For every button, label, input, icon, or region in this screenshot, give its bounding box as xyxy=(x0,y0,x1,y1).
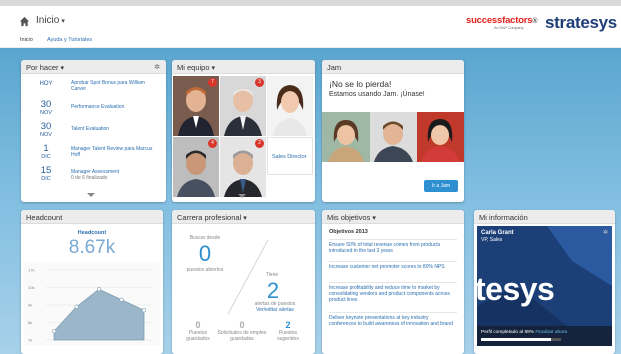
headcount-value: 8.67k xyxy=(68,237,116,258)
sales-director-link[interactable]: Sales Director xyxy=(272,154,307,160)
tile-mis-objetivos: Mis objetivos ▾ Objetivos 2013 Ensure 50%… xyxy=(322,210,464,354)
y-tick-label: 9k xyxy=(28,303,32,308)
headcount-chart: 17k 10k 9k 8k 7k xyxy=(24,262,160,345)
open-jobs-count[interactable]: 0 xyxy=(188,241,222,267)
breadcrumb-nav: Inicio Ayuda y Tutoriales xyxy=(0,34,621,48)
gear-icon[interactable]: ✲ xyxy=(154,63,160,71)
todo-date: HOY xyxy=(39,81,53,87)
todo-date: 30 NOV xyxy=(40,99,52,117)
company-logo-text: tesys xyxy=(477,271,555,307)
profile-card[interactable]: Carla Grant VP, Sales ✲ tesys Perfil com… xyxy=(477,226,612,346)
page-title-menu[interactable]: Inicio ▾ xyxy=(36,15,65,26)
scroll-down-icon[interactable] xyxy=(87,193,95,197)
saved-applications-count[interactable]: 0 xyxy=(230,320,254,330)
subnav-item-ayuda[interactable]: Ayuda y Tutoriales xyxy=(47,37,92,43)
todo-date: 30 NOV xyxy=(40,121,52,139)
profile-progress-bar xyxy=(481,338,561,341)
todo-text[interactable]: Manager Talent Review para Marcus Hoff xyxy=(71,146,159,158)
tile-mi-equipo: Mi equipo ▾ 7 3 4 2 Sales Director xyxy=(172,60,315,202)
scroll-down-icon[interactable] xyxy=(238,194,246,198)
finish-now-link[interactable]: Finalizar ahora xyxy=(535,330,567,335)
saved-jobs-label: Puestos guardados xyxy=(186,330,210,342)
page-title: Inicio xyxy=(36,15,60,26)
tile-por-hacer: Por hacer ▾ ✲ HOY Aprobar Spot Bonus para… xyxy=(21,60,166,202)
objective-item[interactable]: Increase customer net promoter scores to… xyxy=(329,261,457,270)
sales-director-slot[interactable]: Sales Director xyxy=(267,137,313,175)
go-to-jam-button[interactable]: Ir a Jam xyxy=(424,180,458,192)
objectives-year: Objetivos 2013 xyxy=(329,229,368,235)
jam-headline: ¡No se lo pierda! xyxy=(329,79,392,89)
home-icon[interactable] xyxy=(19,16,30,27)
tile-headcount: Headcount Headcount 8.67k 17k 10k 9k 8k 7k xyxy=(21,210,163,354)
jam-photo-strip xyxy=(322,112,464,162)
y-tick-label: 8k xyxy=(28,320,32,325)
data-point[interactable] xyxy=(119,297,124,302)
list-item[interactable]: 15 DIC Manager Assessment 0 de 6 finaliza… xyxy=(21,166,166,186)
tile-header[interactable]: Mi información xyxy=(474,210,615,224)
todo-text[interactable]: Manager Assessment 0 de 6 finalizado xyxy=(71,169,159,181)
team-member-photo[interactable]: 4 xyxy=(173,137,219,197)
jam-photo xyxy=(370,112,417,162)
tile-carrera: Carrera profesional ▾ Buscar desde 0 pues… xyxy=(172,210,315,354)
saved-jobs-count[interactable]: 0 xyxy=(186,320,210,330)
profile-completion-text: Perfil completado al 88% Finalizar ahora xyxy=(481,330,568,335)
chevron-down-icon: ▾ xyxy=(61,18,65,25)
tile-mi-informacion: Mi información Carla Grant VP, Sales ✲ t… xyxy=(474,210,615,354)
open-jobs-label: puestos abiertos xyxy=(186,267,224,273)
notification-badge: 7 xyxy=(208,78,217,87)
progress-fill xyxy=(481,338,552,341)
notification-badge: 4 xyxy=(208,139,217,148)
top-bar: Inicio ▾ successfactors® An SAP Company s… xyxy=(0,0,621,34)
todo-date: 1 DIC xyxy=(41,143,51,161)
team-member-photo[interactable]: 7 xyxy=(173,76,219,136)
y-tick-label: 17k xyxy=(28,268,34,273)
jam-subline: Estamos usando Jam. ¡Únase! xyxy=(329,91,425,98)
jam-photo xyxy=(417,112,464,162)
profile-role: VP, Sales xyxy=(481,237,503,243)
list-item[interactable]: 1 DIC Manager Talent Review para Marcus H… xyxy=(21,144,166,164)
data-point[interactable] xyxy=(51,329,57,334)
data-point[interactable] xyxy=(96,287,102,292)
objective-item[interactable]: Increase profitability and reduce time t… xyxy=(329,282,457,303)
data-point[interactable] xyxy=(74,304,79,309)
successfactors-logo-sub: An SAP Company xyxy=(494,25,524,30)
tile-header[interactable]: Mi equipo ▾ xyxy=(172,60,315,74)
todo-text[interactable]: Talent Evaluation xyxy=(71,126,159,132)
successfactors-logo: successfactors® An SAP Company xyxy=(466,15,538,30)
data-point[interactable] xyxy=(141,308,147,313)
stratesys-logo: stratesys xyxy=(545,13,617,32)
tile-header[interactable]: Jam xyxy=(322,60,464,74)
tile-header[interactable]: Mis objetivos ▾ xyxy=(322,210,464,224)
edit-alerts-link[interactable]: Ver/editar alertas xyxy=(244,307,306,313)
tile-header[interactable]: Headcount xyxy=(21,210,163,224)
gear-icon[interactable]: ✲ xyxy=(603,229,608,236)
profile-completion: Perfil completado al 88% Finalizar ahora xyxy=(477,326,612,346)
notification-badge: 2 xyxy=(255,139,264,148)
todo-subtext: 0 de 6 finalizado xyxy=(71,175,108,181)
todo-text[interactable]: Performance Evaluation xyxy=(71,104,159,110)
todo-date: 15 DIC xyxy=(40,165,52,183)
team-member-photo[interactable] xyxy=(267,76,313,136)
saved-applications-label: Solicitudes de empleo guardadas xyxy=(217,330,267,342)
profile-name: Carla Grant xyxy=(481,230,514,236)
suggested-jobs-label: Puestos sugeridos xyxy=(277,330,299,342)
objective-item[interactable]: Ensure 50% of total revenue comes from p… xyxy=(329,239,457,254)
team-member-photo[interactable]: 3 xyxy=(220,76,266,136)
jam-photo xyxy=(322,112,370,162)
list-item[interactable]: 30 NOV Talent Evaluation xyxy=(21,122,166,142)
todo-text[interactable]: Aprobar Spot Bonus para William Carver xyxy=(71,80,159,92)
objective-item[interactable]: Deliver keynote presentations at key ind… xyxy=(329,312,457,327)
y-tick-label: 7k xyxy=(28,338,32,343)
tile-jam: Jam ¡No se lo pierda! Estamos usando Jam… xyxy=(322,60,464,202)
list-item[interactable]: 30 NOV Performance Evaluation xyxy=(21,99,166,119)
tile-area: Por hacer ▾ ✲ HOY Aprobar Spot Bonus para… xyxy=(0,48,621,354)
y-tick-label: 10k xyxy=(28,285,34,290)
tile-header[interactable]: Por hacer ▾ ✲ xyxy=(21,60,166,74)
suggested-jobs-count[interactable]: 2 xyxy=(276,320,300,330)
subnav-item-inicio[interactable]: Inicio xyxy=(20,37,33,43)
list-item[interactable]: HOY Aprobar Spot Bonus para William Carv… xyxy=(21,78,166,98)
headcount-label: Headcount xyxy=(77,230,107,236)
notification-badge: 3 xyxy=(255,78,264,87)
team-member-photo[interactable]: 2 xyxy=(220,137,266,197)
